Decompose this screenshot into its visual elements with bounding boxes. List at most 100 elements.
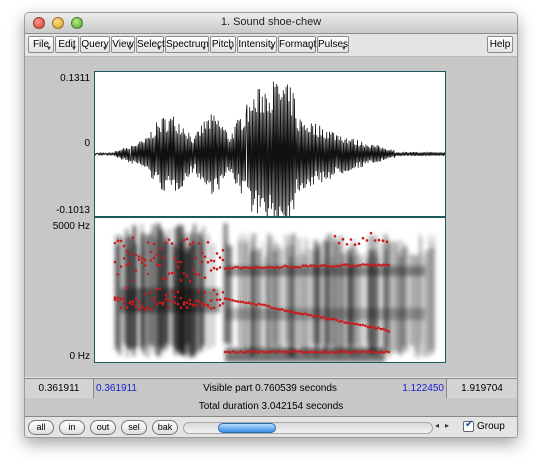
formant-dot: [353, 265, 357, 268]
formant-dot: [215, 293, 219, 296]
formant-dot: [283, 309, 287, 312]
menu-view[interactable]: View ▼: [111, 36, 135, 53]
formant-dot: [203, 276, 207, 279]
formant-dot: [209, 259, 213, 262]
formant-dot: [149, 291, 153, 294]
menu-spectrum[interactable]: Spectrum ▼: [165, 36, 209, 53]
formant-dot: [353, 322, 357, 326]
spectrogram-striation: [279, 249, 283, 351]
formant-dot: [164, 241, 168, 245]
zoom-back-button[interactable]: bak: [152, 420, 178, 435]
formant-dot: [286, 351, 289, 354]
menu-intensity[interactable]: Intensity ▼: [237, 36, 277, 53]
formant-dot: [265, 265, 268, 269]
total-duration-bar[interactable]: Total duration 3.042154 seconds: [25, 398, 517, 417]
formant-dot: [257, 265, 261, 269]
formant-dot: [374, 351, 378, 354]
formant-dot: [206, 261, 210, 264]
formant-dot: [247, 301, 250, 304]
formant-dot: [381, 239, 385, 242]
spectrogram-striation: [228, 245, 233, 348]
formant-dot: [343, 321, 346, 324]
formant-dot: [319, 264, 323, 267]
formant-dot: [369, 231, 373, 235]
formant-dot: [262, 303, 266, 307]
spectrogram-panel[interactable]: [94, 217, 446, 363]
formant-dot: [288, 310, 292, 313]
formant-dot: [239, 350, 242, 353]
formant-dot: [304, 312, 307, 316]
formant-dot: [312, 350, 315, 354]
menu-pitch[interactable]: Pitch ▼: [210, 36, 236, 53]
zoom-all-button[interactable]: all: [28, 420, 54, 435]
formant-dot: [179, 260, 183, 264]
formant-dot: [288, 350, 292, 353]
waveform-ymax-label: 0.1311: [60, 73, 90, 84]
menu-edit[interactable]: Edit ▼: [55, 36, 79, 53]
formant-dot: [116, 273, 120, 276]
formant-dot: [358, 323, 362, 327]
scrollbar-thumb[interactable]: [218, 423, 276, 433]
menu-file[interactable]: File ▼: [28, 36, 54, 53]
formant-dot: [167, 272, 171, 275]
formant-dot: [185, 306, 189, 309]
zoom-selection-button[interactable]: sel: [121, 420, 147, 435]
formant-dot: [270, 350, 274, 353]
formant-dot: [228, 267, 232, 270]
formant-dot: [369, 350, 372, 353]
formant-dot: [158, 301, 162, 305]
formant-dot: [137, 255, 141, 258]
window-start-time[interactable]: 0.361911: [25, 379, 94, 398]
formant-dot: [314, 265, 318, 268]
formant-dot: [379, 350, 383, 354]
formant-dot: [182, 238, 186, 242]
formant-dot: [348, 322, 352, 325]
formant-dot: [215, 267, 219, 271]
formant-dot: [270, 266, 274, 269]
formant-dot: [228, 298, 232, 302]
formant-dot: [265, 350, 268, 354]
menu-formant[interactable]: Formant ▼: [278, 36, 316, 53]
formant-dot: [231, 299, 235, 302]
scroll-left-arrow-icon[interactable]: ◂: [435, 421, 439, 430]
formant-dot: [125, 286, 129, 290]
chevron-down-icon: ▼: [228, 46, 234, 52]
formant-dot: [173, 295, 177, 299]
formant-dot: [374, 327, 378, 330]
scroll-right-arrow-icon[interactable]: ▸: [445, 421, 449, 430]
formant-dot: [341, 237, 345, 241]
horizontal-scrollbar[interactable]: [183, 422, 433, 434]
formant-dot: [188, 298, 192, 302]
waveform-panel[interactable]: [94, 71, 446, 217]
checkmark-icon: ✔: [465, 419, 474, 430]
formant-dot: [236, 265, 240, 269]
formant-dot: [382, 263, 385, 266]
formant-dot: [155, 263, 159, 267]
visible-part-bar[interactable]: 0.361911 Visible part 0.760539 seconds 1…: [94, 379, 446, 398]
formant-dot: [288, 266, 292, 269]
formant-dot: [296, 265, 300, 269]
formant-dot: [319, 351, 323, 354]
zoom-out-button[interactable]: out: [90, 420, 116, 435]
menu-pulses[interactable]: Pulses ▼: [317, 36, 349, 53]
formant-dot: [260, 266, 263, 270]
formant-dot: [203, 303, 207, 306]
group-checkbox[interactable]: ✔: [463, 419, 474, 432]
window-end-time[interactable]: 1.919704: [446, 379, 517, 398]
menu-query[interactable]: Query ▼: [80, 36, 110, 53]
formant-dot: [191, 268, 195, 272]
formant-dot: [209, 299, 213, 302]
formant-dot: [155, 287, 159, 291]
formant-dot: [260, 350, 263, 353]
menu-select[interactable]: Select ▼: [136, 36, 165, 53]
menu-help[interactable]: Help: [487, 36, 513, 53]
formant-dot: [161, 301, 165, 304]
formant-dot: [206, 241, 210, 244]
formant-dot: [241, 300, 245, 304]
formant-dot: [176, 290, 180, 293]
formant-dot: [194, 272, 198, 276]
zoom-in-button[interactable]: in: [59, 420, 85, 435]
formant-dot: [377, 263, 380, 267]
formant-dot: [270, 306, 274, 310]
formant-dot: [212, 259, 216, 263]
